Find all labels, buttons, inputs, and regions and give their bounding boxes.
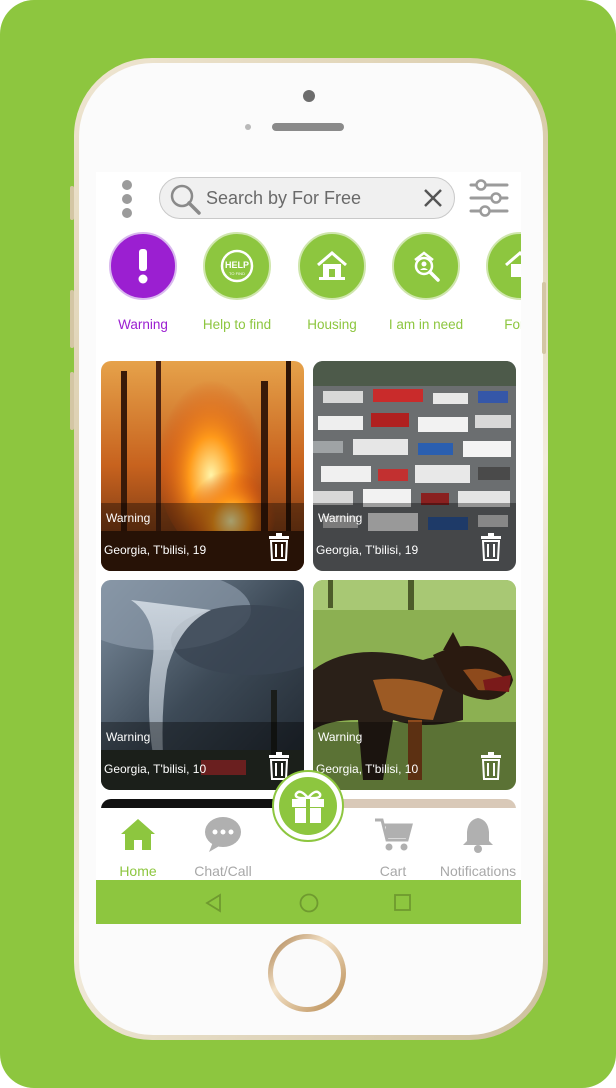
home-icon	[121, 819, 155, 850]
volume-down-button	[70, 372, 74, 430]
android-navigation-bar	[96, 880, 521, 924]
recents-square-icon[interactable]	[393, 893, 413, 913]
nav-label: Cart	[379, 863, 407, 879]
category-warning[interactable]: Warning	[96, 232, 190, 332]
house-icon	[298, 232, 366, 300]
nav-cart[interactable]: Cart	[348, 814, 438, 879]
help-badge-icon: HELP TO FIND	[203, 232, 271, 300]
bell-icon	[463, 818, 493, 853]
search-icon	[170, 184, 201, 215]
card-location: Georgia, T'bilisi, 19	[316, 543, 419, 557]
svg-text:TO FIND: TO FIND	[229, 271, 245, 276]
category-label: I am in need	[388, 317, 464, 332]
category-i-am-in-need[interactable]: I am in need	[379, 232, 473, 332]
power-button	[542, 282, 546, 354]
search-input[interactable]	[206, 184, 426, 212]
category-for-h[interactable]: For h	[473, 232, 521, 332]
nav-notifications[interactable]: Notifications	[433, 814, 521, 879]
category-help-to-find[interactable]: HELP TO FIND Help to find	[190, 232, 284, 332]
close-icon[interactable]	[422, 187, 444, 209]
back-triangle-icon[interactable]	[204, 893, 224, 913]
trash-icon[interactable]	[268, 533, 290, 561]
chat-bubble-icon	[205, 817, 241, 852]
trash-icon[interactable]	[480, 533, 502, 561]
proximity-sensor	[245, 124, 251, 130]
category-label: Housing	[307, 317, 357, 332]
svg-text:HELP: HELP	[225, 260, 249, 270]
card-angry-dog[interactable]: Warning Georgia, T'bilisi, 10	[313, 580, 516, 790]
gift-icon	[292, 790, 324, 823]
app-screen: Warning HELPTO FIND Help to find Housing…	[96, 172, 521, 924]
category-label: For h	[504, 317, 521, 332]
nav-label: Notifications	[439, 863, 517, 879]
nav-home[interactable]: Home	[96, 814, 183, 879]
card-location: Georgia, T'bilisi, 19	[104, 543, 207, 557]
card-location: Georgia, T'bilisi, 10	[316, 762, 419, 776]
home-circle-icon[interactable]	[298, 892, 320, 914]
card-title: Warning	[106, 511, 151, 525]
gift-button[interactable]	[272, 770, 344, 842]
cart-icon	[375, 818, 413, 851]
category-label: Warning	[118, 317, 168, 332]
filter-sliders-icon[interactable]	[468, 178, 510, 218]
menu-kebab-icon[interactable]	[118, 180, 136, 220]
card-traffic-jam[interactable]: Warning Georgia, T'bilisi, 19	[313, 361, 516, 571]
card-title: Warning	[318, 511, 363, 525]
nav-chat-call[interactable]: Chat/Call	[178, 814, 268, 879]
volume-up-button	[70, 290, 74, 348]
search-bar	[159, 177, 455, 219]
magnifier-person-icon	[392, 232, 460, 300]
exclamation-icon	[109, 232, 177, 300]
card-tornado[interactable]: Warning Georgia, T'bilisi, 10	[101, 580, 304, 790]
mute-switch	[70, 186, 74, 220]
card-title: Warning	[318, 730, 363, 744]
trash-icon[interactable]	[480, 752, 502, 780]
category-label: Help to find	[202, 317, 272, 332]
home-hardware-button[interactable]	[268, 934, 346, 1012]
category-housing[interactable]: Housing	[285, 232, 379, 332]
card-location: Georgia, T'bilisi, 10	[104, 762, 207, 776]
card-forest-fire[interactable]: Warning Georgia, T'bilisi, 19	[101, 361, 304, 571]
earpiece-speaker	[272, 123, 344, 131]
card-title: Warning	[106, 730, 151, 744]
front-camera	[303, 90, 315, 102]
nav-label: Chat/Call	[194, 863, 252, 879]
house-icon	[486, 232, 521, 300]
nav-label: Home	[119, 863, 157, 879]
category-strip: Warning HELP TO FIND Help to find Housing…	[96, 232, 521, 342]
